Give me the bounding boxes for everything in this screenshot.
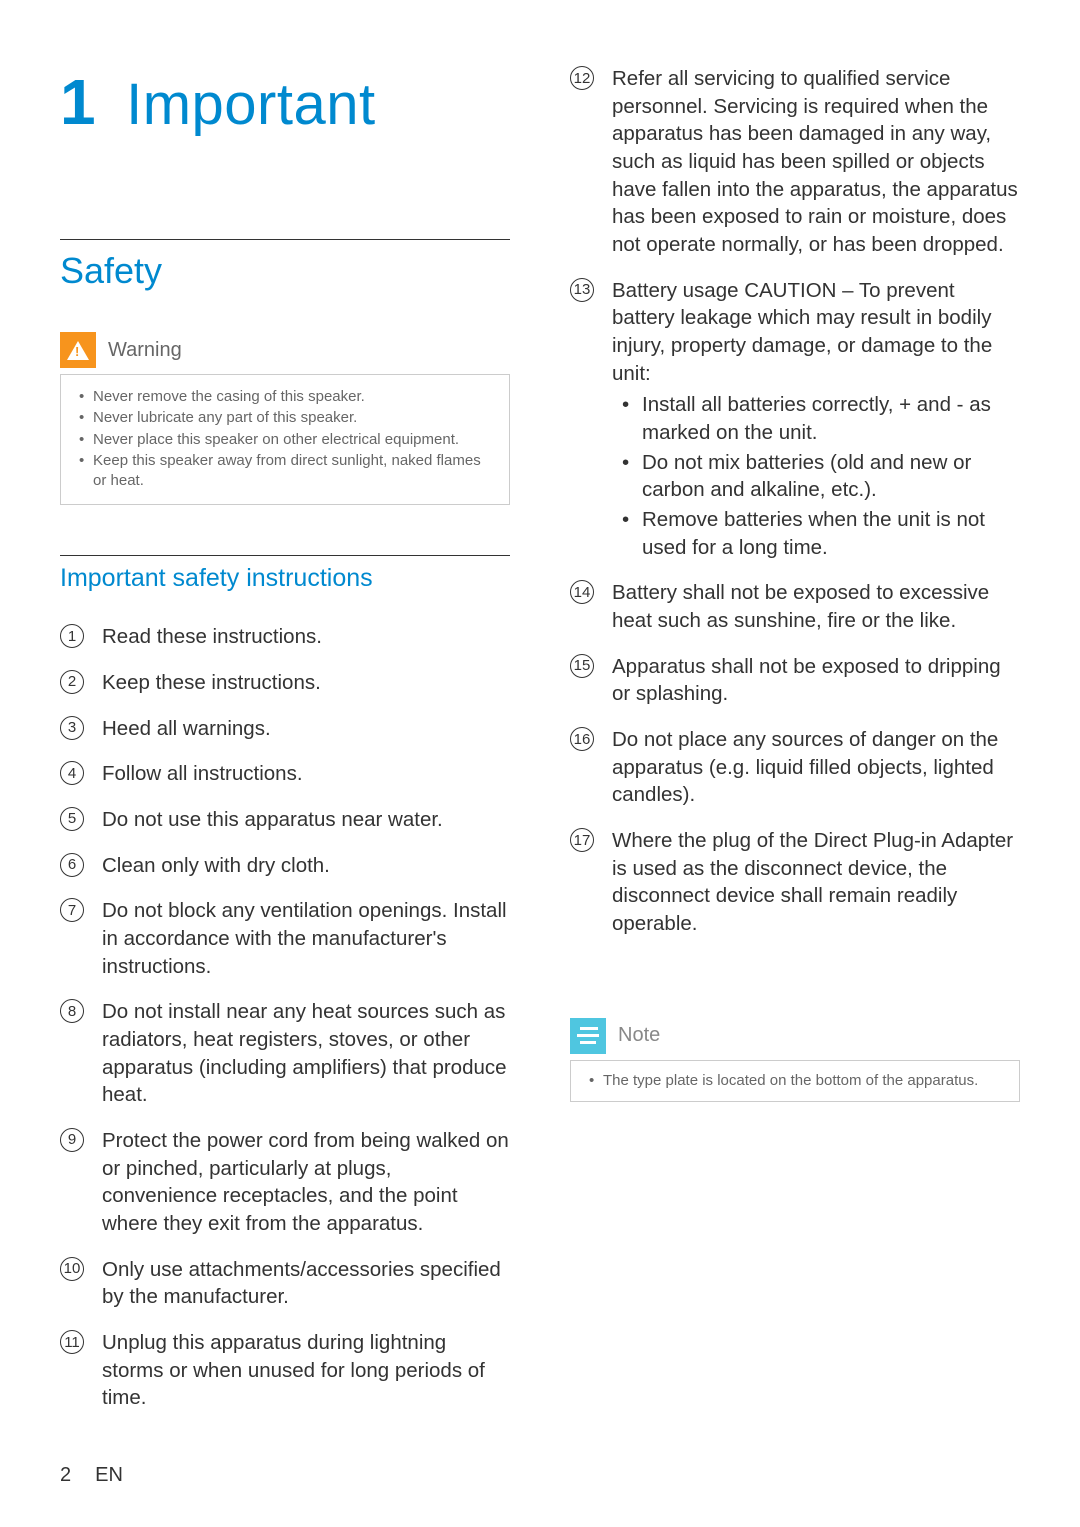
note-item: The type plate is located on the bottom … [585, 1071, 1005, 1091]
item-text: Unplug this apparatus during lightning s… [102, 1331, 485, 1409]
item-text: Do not use this apparatus near water. [102, 808, 443, 831]
item-text: Follow all instructions. [102, 762, 303, 785]
instruction-item: 5 Do not use this apparatus near water. [60, 806, 510, 834]
instruction-item: 9 Protect the power cord from being walke… [60, 1127, 510, 1238]
instruction-item: 14 Battery shall not be exposed to excess… [570, 579, 1020, 634]
item-number: 12 [570, 66, 594, 90]
warning-box: Warning Never remove the casing of this … [60, 332, 510, 505]
instruction-item: 16 Do not place any sources of danger on … [570, 726, 1020, 809]
item-text: Only use attachments/accessories specifi… [102, 1258, 501, 1309]
item-text: Do not place any sources of danger on th… [612, 728, 998, 806]
warning-header: Warning [60, 332, 510, 368]
item-number: 7 [60, 898, 84, 922]
item-number: 8 [60, 999, 84, 1023]
right-column: 12 Refer all servicing to qualified servi… [570, 65, 1020, 1430]
item-number: 11 [60, 1330, 84, 1354]
item-number: 13 [570, 278, 594, 302]
warning-body: Never remove the casing of this speaker.… [60, 374, 510, 505]
item-number: 16 [570, 727, 594, 751]
instruction-item: 11 Unplug this apparatus during lightning… [60, 1329, 510, 1412]
subsection-title: Important safety instructions [60, 564, 510, 593]
instruction-item: 15 Apparatus shall not be exposed to drip… [570, 653, 1020, 708]
sub-bullet-item: Remove batteries when the unit is not us… [612, 506, 1020, 561]
item-number: 14 [570, 580, 594, 604]
item-number: 3 [60, 716, 84, 740]
item-number: 1 [60, 624, 84, 648]
instruction-item: 6 Clean only with dry cloth. [60, 852, 510, 880]
item-text: Do not install near any heat sources suc… [102, 1000, 507, 1106]
language-code: EN [95, 1464, 123, 1487]
item-text: Do not block any ventilation openings. I… [102, 899, 507, 977]
left-column: 1 Important Safety Warning Never remove t… [60, 65, 510, 1430]
item-text: Heed all warnings. [102, 717, 271, 740]
item-text: Keep these instructions. [102, 671, 321, 694]
warning-item: Keep this speaker away from direct sunli… [75, 451, 495, 492]
sub-bullet-item: Install all batteries correctly, + and -… [612, 391, 1020, 446]
subsection-rule [60, 555, 510, 556]
warning-item: Never remove the casing of this speaker. [75, 387, 495, 407]
item-number: 2 [60, 670, 84, 694]
item-text: Read these instructions. [102, 625, 322, 648]
instruction-item: 12 Refer all servicing to qualified servi… [570, 65, 1020, 259]
item-text: Clean only with dry cloth. [102, 854, 330, 877]
item-number: 9 [60, 1128, 84, 1152]
instruction-item: 13 Battery usage CAUTION – To prevent ba… [570, 277, 1020, 562]
instruction-item: 3 Heed all warnings. [60, 715, 510, 743]
instructions-list-right: 12 Refer all servicing to qualified servi… [570, 65, 1020, 938]
section-rule [60, 239, 510, 240]
note-icon [570, 1018, 606, 1054]
warning-icon [60, 332, 96, 368]
item-text: Apparatus shall not be exposed to drippi… [612, 655, 1001, 706]
item-number: 4 [60, 761, 84, 785]
item-text: Where the plug of the Direct Plug-in Ada… [612, 829, 1013, 935]
section-title: Safety [60, 250, 510, 292]
instruction-item: 2 Keep these instructions. [60, 669, 510, 697]
sub-bullets: Install all batteries correctly, + and -… [612, 391, 1020, 561]
warning-label: Warning [108, 339, 182, 362]
warning-item: Never place this speaker on other electr… [75, 430, 495, 450]
note-body: The type plate is located on the bottom … [570, 1060, 1020, 1102]
warning-item: Never lubricate any part of this speaker… [75, 408, 495, 428]
instructions-list-left: 1 Read these instructions. 2 Keep these in… [60, 623, 510, 1412]
item-number: 15 [570, 654, 594, 678]
instruction-item: 4 Follow all instructions. [60, 760, 510, 788]
page-footer: 2 EN [60, 1464, 123, 1487]
instruction-item: 1 Read these instructions. [60, 623, 510, 651]
instruction-item: 17 Where the plug of the Direct Plug-in A… [570, 827, 1020, 938]
item-number: 5 [60, 807, 84, 831]
item-text: Protect the power cord from being walked… [102, 1129, 509, 1235]
instruction-item: 7 Do not block any ventilation openings. … [60, 897, 510, 980]
item-text: Refer all servicing to qualified service… [612, 67, 1018, 256]
item-number: 6 [60, 853, 84, 877]
instruction-item: 8 Do not install near any heat sources su… [60, 998, 510, 1109]
chapter-number: 1 [60, 66, 96, 138]
item-text: Battery usage CAUTION – To prevent batte… [612, 279, 992, 385]
note-box: Note The type plate is located on the bo… [570, 1018, 1020, 1102]
item-number: 10 [60, 1257, 84, 1281]
chapter-title-text: Important [126, 72, 376, 137]
item-text: Battery shall not be exposed to excessiv… [612, 581, 989, 632]
page-content: 1 Important Safety Warning Never remove t… [0, 0, 1080, 1470]
page-number: 2 [60, 1464, 71, 1487]
instruction-item: 10 Only use attachments/accessories speci… [60, 1256, 510, 1311]
item-number: 17 [570, 828, 594, 852]
sub-bullet-item: Do not mix batteries (old and new or car… [612, 449, 1020, 504]
note-header: Note [570, 1018, 1020, 1054]
note-label: Note [618, 1024, 660, 1047]
chapter-title: 1 Important [60, 65, 510, 139]
